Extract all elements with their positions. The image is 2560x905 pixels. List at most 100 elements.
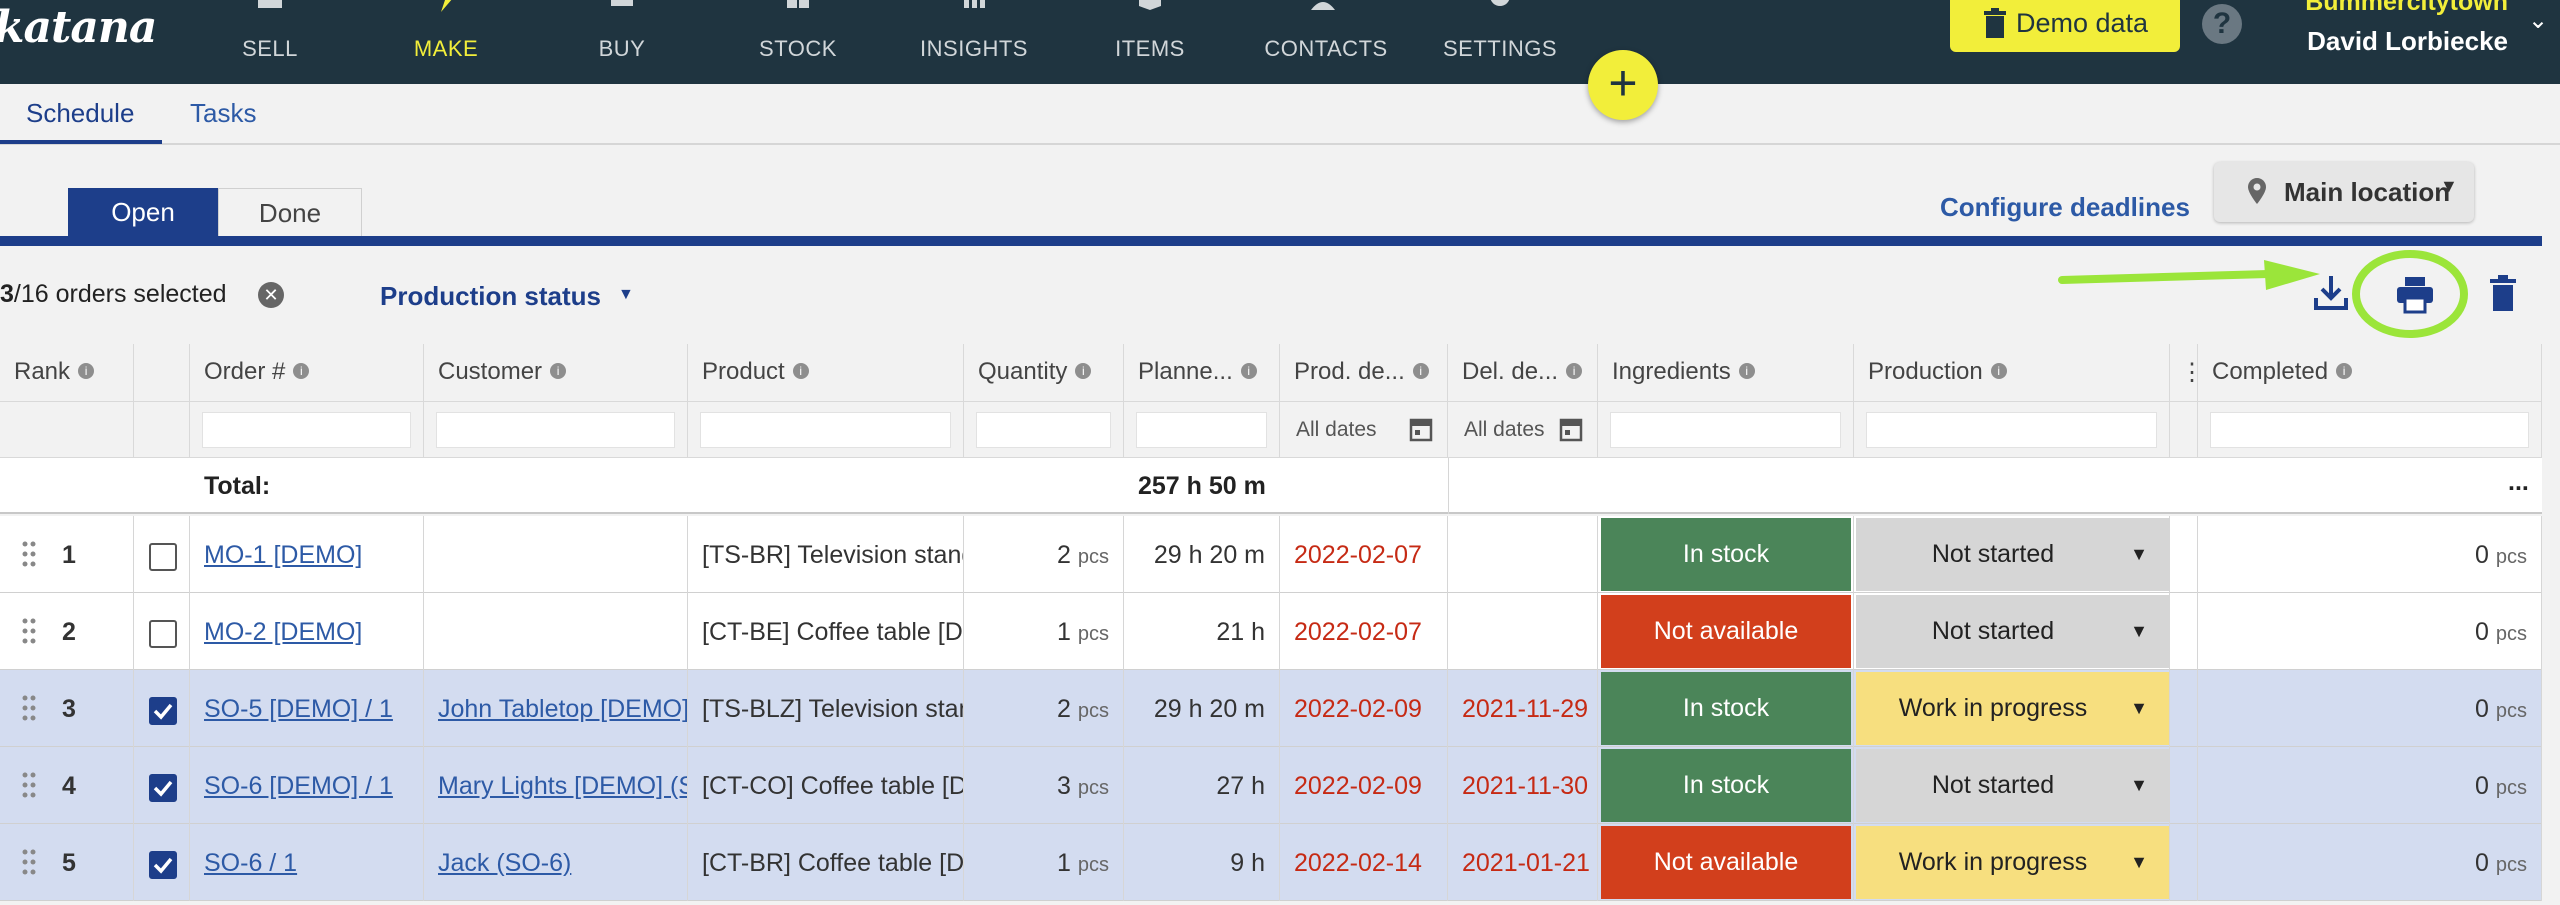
production-status-select[interactable]: Not started ▼ bbox=[1856, 595, 2169, 668]
filter-input[interactable] bbox=[202, 412, 411, 448]
del-deadline-cell: 2021-11-30 bbox=[1448, 747, 1598, 824]
filter-input[interactable] bbox=[976, 412, 1111, 448]
filter-prod-deadline[interactable]: All dates bbox=[1280, 402, 1448, 458]
tab-tasks[interactable]: Tasks bbox=[190, 98, 256, 129]
table-row[interactable]: 5 SO-6 / 1 Jack (SO-6) [CT-BR] Coffee table… bbox=[0, 824, 2542, 901]
production-status-label: Not started bbox=[1931, 617, 2055, 645]
drag-handle-icon[interactable] bbox=[22, 540, 36, 568]
nav-insights[interactable]: INSIGHTS bbox=[886, 0, 1062, 84]
order-link[interactable]: MO-2 [DEMO] bbox=[204, 618, 362, 646]
done-toggle[interactable]: Done bbox=[218, 188, 362, 236]
filter-input[interactable] bbox=[1136, 412, 1267, 448]
column-header-planned[interactable]: Planne... i bbox=[1124, 344, 1280, 402]
katana-logo[interactable]: katana bbox=[0, 2, 157, 53]
filter-input[interactable] bbox=[2210, 412, 2529, 448]
demo-data-button[interactable]: Demo data bbox=[1950, 0, 2180, 52]
nav-buy[interactable]: BUY bbox=[534, 0, 710, 84]
nav-items[interactable]: ITEMS bbox=[1062, 0, 1238, 84]
nav-stock[interactable]: STOCK bbox=[710, 0, 886, 84]
calendar-icon[interactable] bbox=[1559, 416, 1583, 442]
ingredients-status-badge[interactable]: Not available bbox=[1601, 595, 1851, 668]
column-header-product[interactable]: Product i bbox=[688, 344, 964, 402]
column-header-customer[interactable]: Customer i bbox=[424, 344, 688, 402]
filter-order[interactable] bbox=[190, 402, 424, 458]
customer-link[interactable]: John Tabletop [DEMO] bbox=[438, 695, 687, 723]
nav-contacts[interactable]: CONTACTS bbox=[1238, 0, 1414, 84]
production-status-select[interactable]: Not started ▼ bbox=[1856, 749, 2169, 822]
filter-production[interactable] bbox=[1854, 402, 2170, 458]
drag-handle-icon[interactable] bbox=[22, 617, 36, 645]
filter-product[interactable] bbox=[688, 402, 964, 458]
clear-selection-icon[interactable]: ✕ bbox=[258, 282, 284, 308]
column-header-production[interactable]: Production i bbox=[1854, 344, 2170, 402]
ingredients-status-badge[interactable]: Not available bbox=[1601, 826, 1851, 899]
table-row[interactable]: 1 MO-1 [DEMO] [TS-BR] Television stand 2 pc… bbox=[0, 516, 2542, 593]
column-header-rank[interactable]: Rank i bbox=[0, 344, 134, 402]
filter-input[interactable] bbox=[436, 412, 675, 448]
add-button[interactable]: + bbox=[1588, 50, 1658, 120]
production-status-filter[interactable]: Production status bbox=[380, 281, 601, 312]
filter-quantity[interactable] bbox=[964, 402, 1124, 458]
ingredients-status-badge[interactable]: In stock bbox=[1601, 672, 1851, 745]
column-header-del-deadline[interactable]: Del. de... i bbox=[1448, 344, 1598, 402]
production-status-select[interactable]: Not started ▼ bbox=[1856, 518, 2169, 591]
filter-completed[interactable] bbox=[2198, 402, 2542, 458]
table-row[interactable]: 2 MO-2 [DEMO] [CT-BE] Coffee table [DEMO]1… bbox=[0, 593, 2542, 670]
order-link[interactable]: SO-6 [DEMO] / 1 bbox=[204, 772, 393, 800]
production-status-select[interactable]: Work in progress ▼ bbox=[1856, 826, 2169, 899]
drag-handle-icon[interactable] bbox=[22, 694, 36, 722]
user-name[interactable]: David Lorbiecke bbox=[2262, 26, 2508, 57]
configure-deadlines-link[interactable]: Configure deadlines bbox=[1940, 192, 2190, 223]
column-header-completed[interactable]: Completed i bbox=[2198, 344, 2542, 402]
ingredients-status-badge[interactable]: In stock bbox=[1601, 518, 1851, 591]
calendar-icon[interactable] bbox=[1409, 416, 1433, 442]
row-checkbox[interactable] bbox=[149, 774, 177, 802]
column-header-order[interactable]: Order # i bbox=[190, 344, 424, 402]
more-icon[interactable]: ... bbox=[2508, 468, 2529, 497]
tab-schedule[interactable]: Schedule bbox=[26, 98, 134, 129]
company-name: Bummercitytown bbox=[2305, 0, 2508, 16]
delete-icon[interactable] bbox=[2482, 272, 2524, 314]
table-row[interactable]: 4 SO-6 [DEMO] / 1 Mary Lights [DEMO] (S [CT… bbox=[0, 747, 2542, 824]
sub-tabs: Schedule Tasks bbox=[0, 84, 2560, 145]
filter-input[interactable] bbox=[1610, 412, 1841, 448]
help-icon[interactable]: ? bbox=[2202, 4, 2242, 44]
column-header-ingredients[interactable]: Ingredients i bbox=[1598, 344, 1854, 402]
row-checkbox[interactable] bbox=[149, 697, 177, 725]
ingredients-status-badge[interactable]: In stock bbox=[1601, 749, 1851, 822]
filter-input[interactable] bbox=[1866, 412, 2157, 448]
column-menu-icon[interactable]: ⋮ bbox=[2170, 344, 2198, 402]
customer-link[interactable]: Jack (SO-6) bbox=[438, 849, 571, 877]
rank-cell: 1 bbox=[0, 516, 134, 593]
drag-handle-icon[interactable] bbox=[22, 771, 36, 799]
column-header-quantity[interactable]: Quantity i bbox=[964, 344, 1124, 402]
column-header-prod-deadline[interactable]: Prod. de... i bbox=[1280, 344, 1448, 402]
filter-ingredients[interactable] bbox=[1598, 402, 1854, 458]
order-link[interactable]: SO-6 / 1 bbox=[204, 849, 297, 877]
filter-planned[interactable] bbox=[1124, 402, 1280, 458]
customer-link[interactable]: Mary Lights [DEMO] (S bbox=[438, 772, 687, 800]
table-row[interactable]: 3 SO-5 [DEMO] / 1 John Tabletop [DEMO] [TS-… bbox=[0, 670, 2542, 747]
location-select[interactable]: Main location ▼ bbox=[2214, 162, 2474, 222]
filter-del-deadline[interactable]: All dates bbox=[1448, 402, 1598, 458]
row-checkbox[interactable] bbox=[149, 851, 177, 879]
nav-make[interactable]: MAKE bbox=[358, 0, 534, 84]
print-icon[interactable] bbox=[2394, 274, 2436, 316]
nav-settings[interactable]: SETTINGS bbox=[1412, 0, 1588, 84]
spacer-cell bbox=[2170, 516, 2198, 593]
customer-cell: Jack (SO-6) bbox=[424, 824, 688, 901]
nav-sell[interactable]: SELL bbox=[182, 0, 358, 84]
drag-handle-icon[interactable] bbox=[22, 848, 36, 876]
production-status-select[interactable]: Work in progress ▼ bbox=[1856, 672, 2169, 745]
order-link[interactable]: MO-1 [DEMO] bbox=[204, 541, 362, 569]
row-checkbox[interactable] bbox=[149, 620, 177, 648]
caret-down-icon[interactable]: ▼ bbox=[618, 286, 634, 304]
order-link[interactable]: SO-5 [DEMO] / 1 bbox=[204, 695, 393, 723]
filter-customer[interactable] bbox=[424, 402, 688, 458]
chevron-down-icon[interactable]: ⌄ bbox=[2528, 6, 2548, 35]
row-checkbox[interactable] bbox=[149, 543, 177, 571]
open-toggle[interactable]: Open bbox=[68, 188, 218, 236]
filter-input[interactable] bbox=[700, 412, 951, 448]
ingredients-cell: In stock bbox=[1598, 747, 1854, 824]
download-icon[interactable] bbox=[2310, 272, 2352, 314]
